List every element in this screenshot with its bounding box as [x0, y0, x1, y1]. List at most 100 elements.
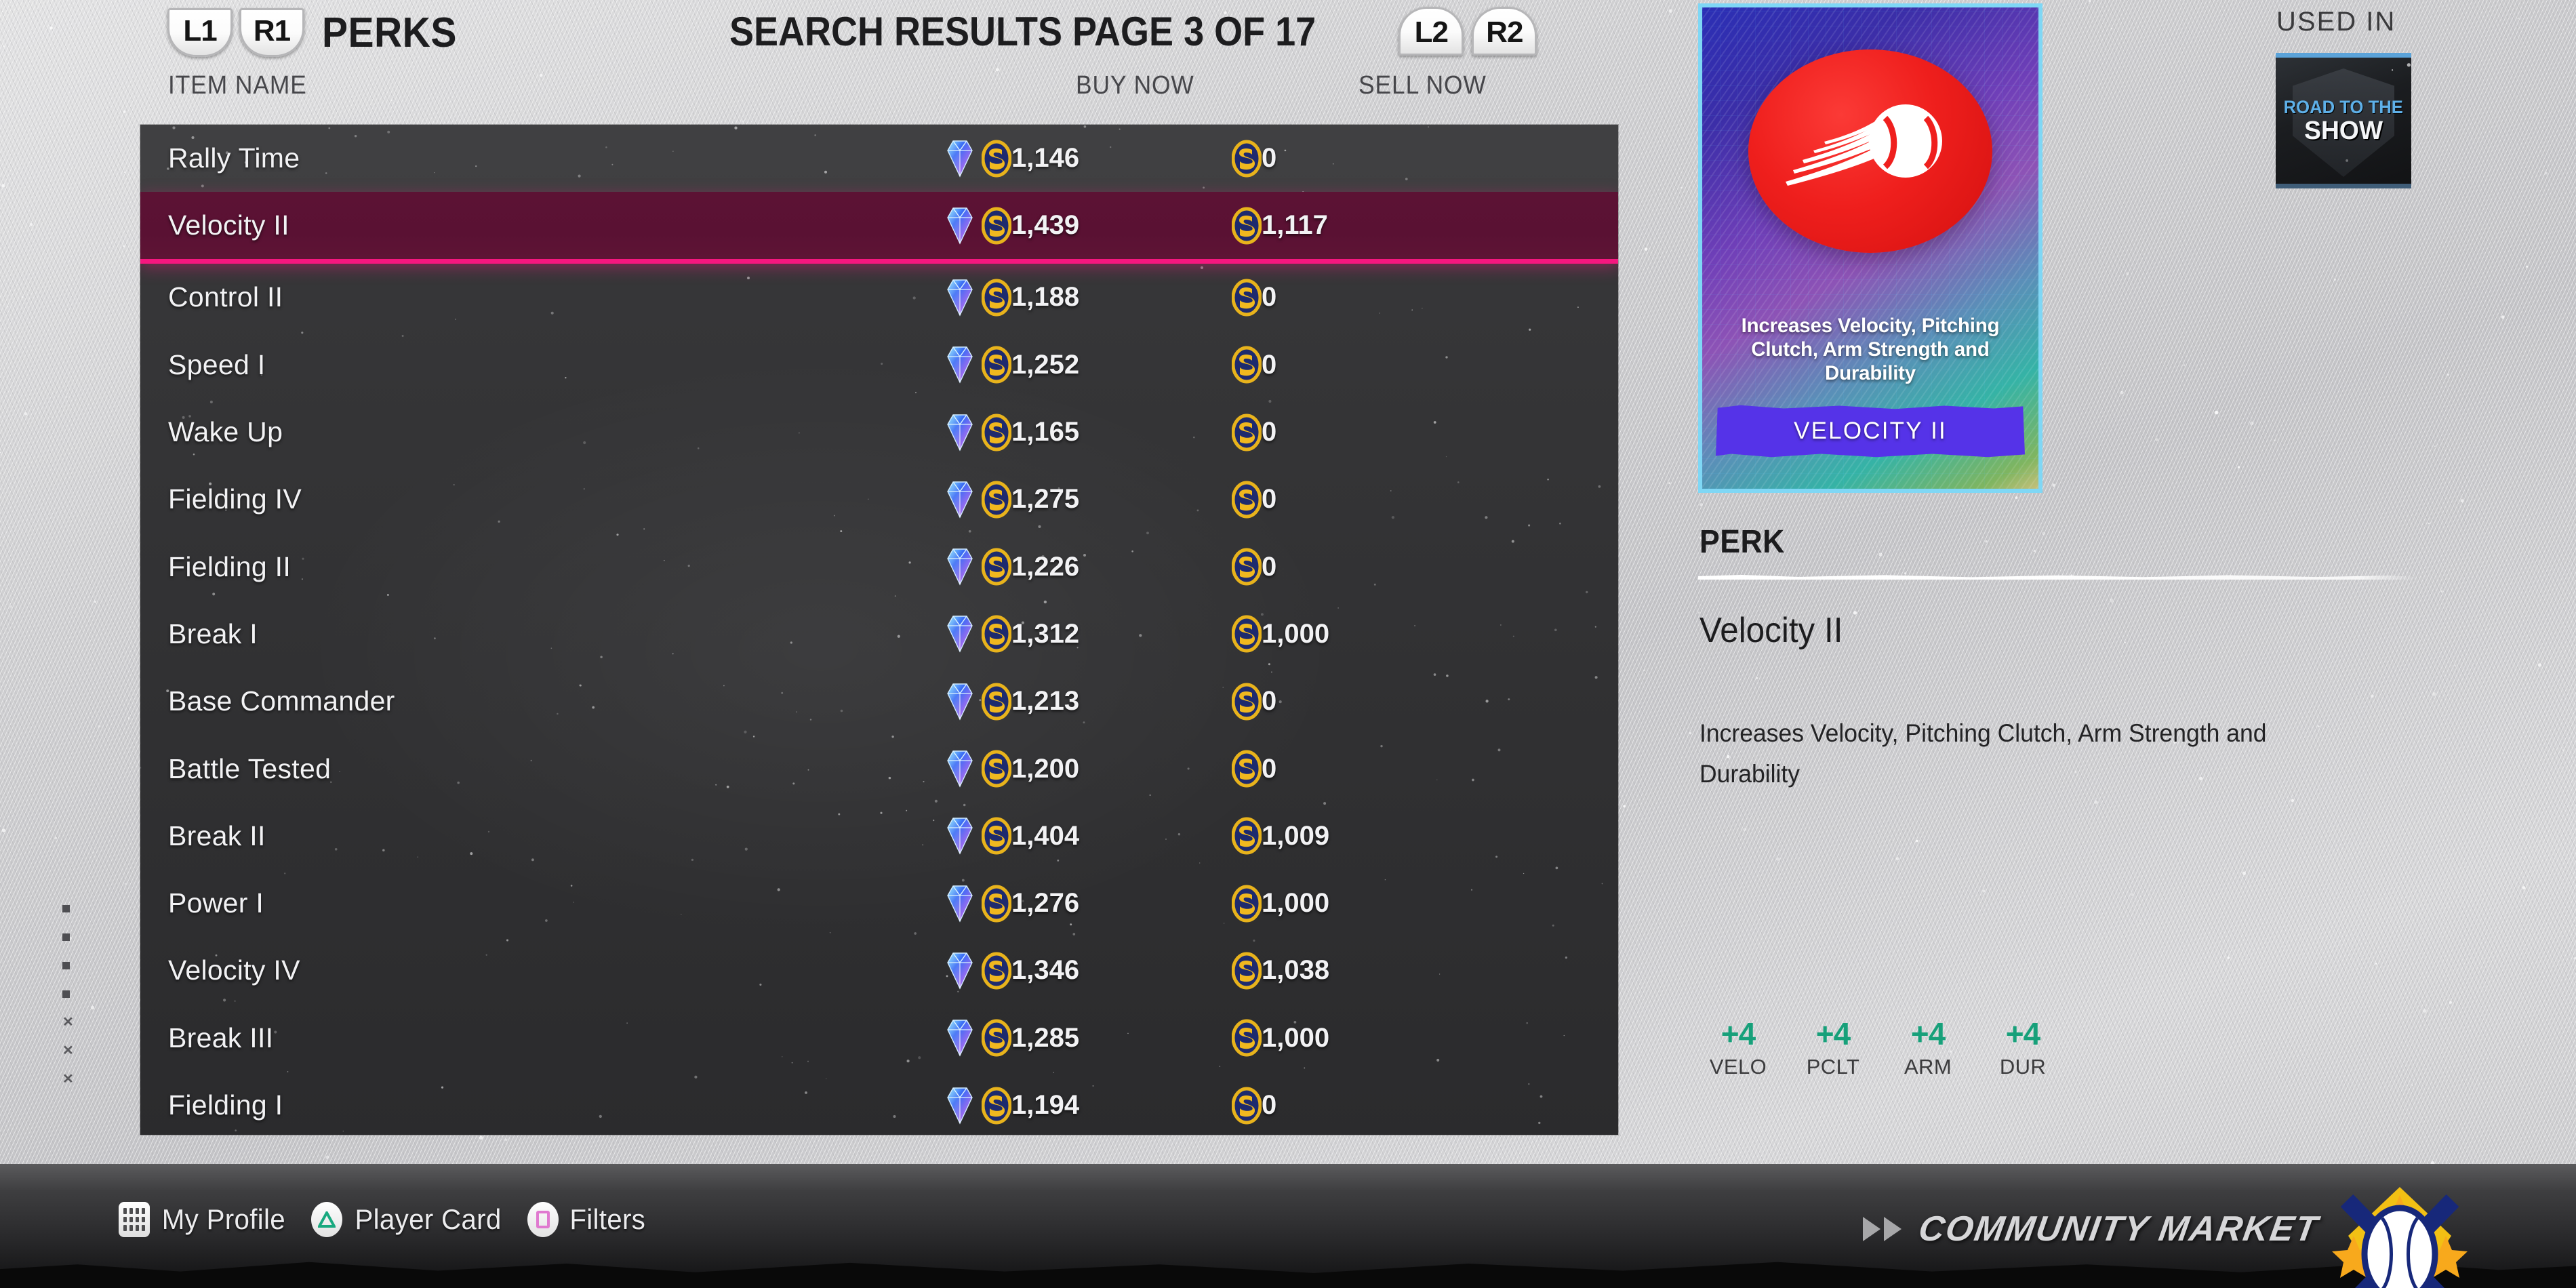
row-buy-now-price: 1,439 — [1011, 210, 1080, 241]
l2-button[interactable]: L2 — [1398, 7, 1464, 56]
table-row[interactable]: Break I 1,312 1,000 — [140, 601, 1618, 668]
column-header-buy-now: BUY NOW — [1076, 71, 1194, 100]
row-sell-now-price: 1,000 — [1262, 888, 1330, 919]
table-row[interactable]: Rally Time 1,146 0 — [140, 125, 1618, 193]
table-row[interactable]: Break II 1,404 1,009 — [140, 803, 1618, 870]
row-item-name: Wake Up — [168, 416, 283, 448]
attribute-bonus-key: ARM — [1904, 1055, 1952, 1079]
table-row[interactable]: Break III 1,285 1,000 — [140, 1005, 1618, 1072]
stubs-coin-icon — [1232, 683, 1262, 721]
action-my-profile-label: My Profile — [161, 1203, 285, 1235]
action-filters[interactable]: Filters — [527, 1202, 647, 1237]
row-sell-now-price: 1,117 — [1262, 210, 1328, 241]
attribute-bonus-key: DUR — [1999, 1055, 2047, 1079]
row-sell-now-price: 1,000 — [1262, 1022, 1330, 1053]
stubs-coin-icon — [1232, 481, 1262, 519]
stubs-coin-icon — [982, 1019, 1011, 1057]
diamond-icon — [947, 140, 973, 178]
scroll-indicator[interactable]: ✕ ✕ ✕ — [62, 905, 74, 1087]
scroll-dot: ✕ — [62, 1015, 74, 1030]
diamond-icon — [947, 683, 973, 721]
stubs-coin-icon — [1232, 885, 1262, 923]
touchpad-icon — [119, 1202, 150, 1237]
stubs-coin-icon — [982, 750, 1011, 788]
stubs-coin-icon — [1232, 1019, 1262, 1057]
row-buy-now-price: 1,200 — [1011, 753, 1080, 784]
stubs-coin-icon — [982, 615, 1011, 653]
stubs-coin-icon — [982, 683, 1011, 721]
table-row[interactable]: Speed I 1,252 0 — [140, 331, 1618, 399]
row-buy-now-price: 1,276 — [1011, 888, 1080, 919]
perk-card-art[interactable]: Increases Velocity, Pitching Clutch, Arm… — [1698, 3, 2042, 493]
diamond-icon — [947, 952, 973, 990]
l1-button[interactable]: L1 — [167, 8, 233, 57]
fast-forward-icon — [1863, 1217, 1902, 1241]
row-sell-now-price: 0 — [1262, 417, 1277, 447]
row-item-name: Control II — [168, 281, 283, 313]
diamond-icon — [947, 346, 973, 384]
row-sell-now-price: 1,038 — [1262, 955, 1330, 986]
row-item-name: Fielding IV — [168, 483, 302, 515]
card-name-banner: VELOCITY II — [1716, 405, 2025, 458]
row-sell-now-price: 0 — [1262, 484, 1277, 515]
action-player-card[interactable]: Player Card — [310, 1202, 504, 1237]
row-buy-now-price: 1,213 — [1011, 686, 1080, 717]
scroll-dot — [62, 905, 70, 912]
row-item-name: Battle Tested — [168, 752, 331, 784]
table-row[interactable]: Base Commander 1,213 0 — [140, 668, 1618, 735]
row-sell-now-price: 0 — [1262, 143, 1277, 174]
table-row[interactable]: Power I 1,276 1,000 — [140, 870, 1618, 937]
row-item-name: Power I — [168, 887, 264, 919]
diamond-icon — [947, 1087, 973, 1125]
r1-button[interactable]: R1 — [239, 8, 304, 57]
square-button-icon — [527, 1202, 559, 1237]
table-row[interactable]: Fielding II 1,226 0 — [140, 533, 1618, 600]
row-item-name: Break III — [168, 1022, 274, 1053]
stubs-coin-icon — [982, 885, 1011, 923]
attribute-bonuses: +4 VELO +4 PCLT +4 ARM +4 DUR — [1698, 1015, 2063, 1079]
row-buy-now-price: 1,194 — [1011, 1090, 1080, 1120]
stubs-coin-icon — [1232, 750, 1262, 788]
r2-button[interactable]: R2 — [1472, 7, 1537, 56]
attribute-bonus: +4 ARM — [1888, 1015, 1968, 1079]
detail-item-name: Velocity II — [1699, 611, 1843, 650]
stubs-coin-icon — [1232, 1087, 1262, 1124]
row-buy-now-price: 1,346 — [1011, 955, 1080, 986]
table-row[interactable]: Fielding IV 1,275 0 — [140, 466, 1618, 533]
attribute-bonus: +4 PCLT — [1793, 1015, 1873, 1079]
table-row[interactable]: Wake Up 1,165 0 — [140, 399, 1618, 466]
diamond-icon — [947, 750, 973, 788]
row-buy-now-price: 1,312 — [1011, 618, 1080, 649]
bottom-actions: My Profile Player Card Filters — [119, 1202, 670, 1237]
stubs-coin-icon — [1232, 414, 1262, 451]
attribute-bonus-value: +4 — [1910, 1016, 1946, 1051]
column-header-sell-now: SELL NOW — [1359, 71, 1487, 100]
row-item-name: Fielding I — [168, 1089, 283, 1121]
diamond-icon — [947, 885, 973, 923]
stubs-coin-icon — [982, 346, 1011, 384]
table-row[interactable]: Battle Tested 1,200 0 — [140, 735, 1618, 802]
table-row[interactable]: Control II 1,188 0 — [140, 264, 1618, 331]
row-sell-now-price: 0 — [1262, 551, 1277, 582]
search-results-list[interactable]: Rally Time 1,146 0 Velocity II 1,439 1,117 Con… — [140, 125, 1618, 1135]
stubs-coin-icon — [982, 481, 1011, 519]
row-sell-now-price: 0 — [1262, 349, 1277, 380]
row-buy-now-price: 1,188 — [1011, 282, 1080, 313]
perks-header-group: L1 R1 PERKS — [167, 8, 468, 57]
scroll-dot — [62, 962, 70, 969]
stubs-coin-icon — [982, 1087, 1011, 1124]
column-header-item-name: ITEM NAME — [168, 71, 307, 100]
table-rows: Rally Time 1,146 0 Velocity II 1,439 1,117 Con… — [140, 125, 1618, 1135]
stubs-coin-icon — [1232, 952, 1262, 990]
community-market-logo — [2332, 1187, 2468, 1288]
row-item-name: Velocity IV — [168, 954, 300, 986]
diamond-icon — [947, 1020, 973, 1057]
table-row[interactable]: Fielding I 1,194 0 — [140, 1072, 1618, 1135]
action-my-profile[interactable]: My Profile — [119, 1202, 288, 1237]
item-detail-panel: Increases Velocity, Pitching Clutch, Arm… — [1698, 0, 2576, 1164]
scroll-dot: ✕ — [62, 1072, 74, 1087]
row-sell-now-price: 0 — [1262, 1090, 1277, 1120]
table-row-selected[interactable]: Velocity II 1,439 1,117 — [140, 192, 1618, 264]
attribute-bonus-value: +4 — [1720, 1016, 1756, 1051]
table-row[interactable]: Velocity IV 1,346 1,038 — [140, 937, 1618, 1004]
